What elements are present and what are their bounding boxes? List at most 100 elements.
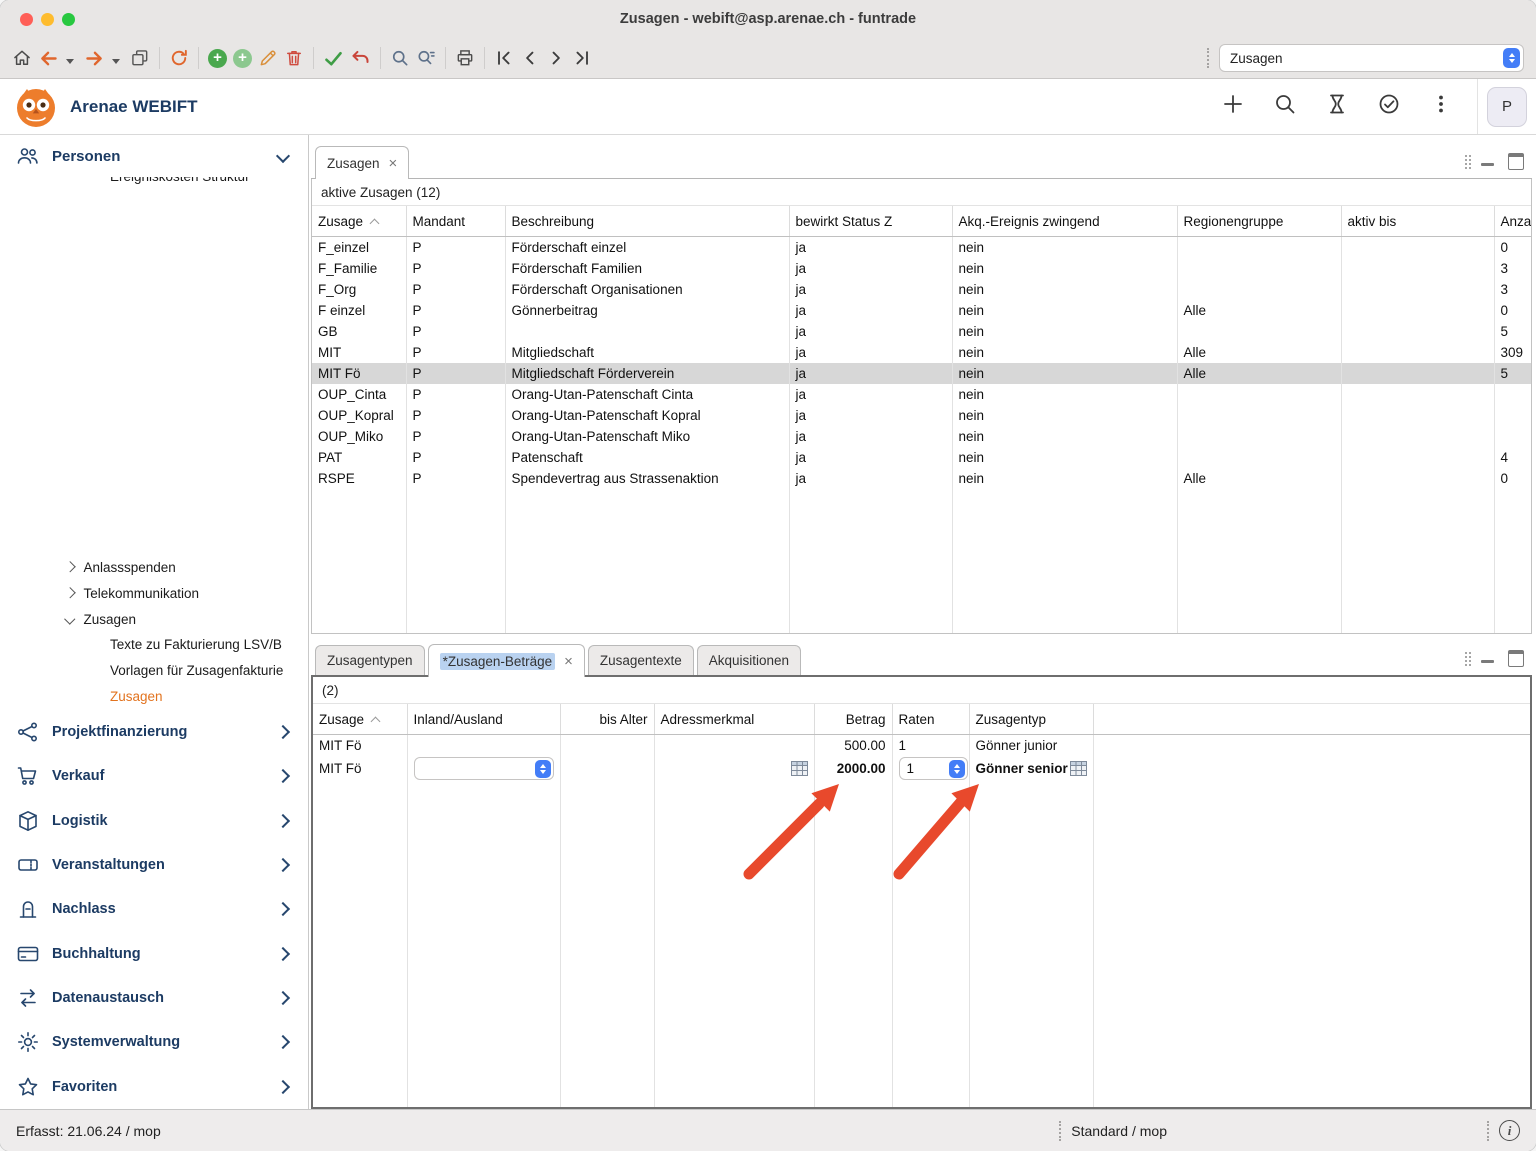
zoom-window-button[interactable] [62, 13, 75, 26]
panel-maximize-icon[interactable] [1508, 650, 1524, 667]
context-select[interactable]: Zusagen [1219, 44, 1524, 72]
tree-item[interactable] [0, 216, 308, 242]
column-header[interactable]: Regionengruppe [1177, 206, 1341, 237]
table-row-editing[interactable]: MIT Fö [313, 757, 1530, 780]
tree-group-zusagen[interactable]: Zusagen [0, 606, 308, 632]
close-window-button[interactable] [20, 13, 33, 26]
sidebar-item-verkauf[interactable]: Verkauf [0, 754, 308, 798]
drag-dots-icon[interactable] [1465, 155, 1467, 157]
tab-zusagen-betraege[interactable]: *Zusagen-Beträge × [428, 644, 585, 677]
panel-minimize-icon[interactable] [1481, 163, 1494, 166]
confirm-button[interactable] [323, 44, 344, 72]
back-history-caret-icon[interactable] [66, 59, 74, 64]
column-header[interactable]: Akq.-Ereignis zwingend [952, 206, 1177, 237]
first-record-button[interactable] [494, 44, 514, 72]
table-row[interactable]: OUP_Kopral P Orang-Utan-Patenschaft Kopr… [312, 405, 1531, 426]
tree-item[interactable] [0, 450, 308, 476]
raten-select[interactable]: 1 [899, 757, 968, 780]
panel-maximize-icon[interactable] [1508, 153, 1524, 170]
tree-item[interactable] [0, 528, 308, 554]
sidebar-item-logistik[interactable]: Logistik [0, 799, 308, 843]
tab-zusagen[interactable]: Zusagen × [315, 146, 409, 179]
inland-ausland-select[interactable] [414, 757, 554, 780]
back-button[interactable] [38, 44, 59, 72]
sidebar-item-buchhaltung[interactable]: Buchhaltung [0, 932, 308, 976]
table-row[interactable]: MIT P Mitgliedschaft ja nein Alle 309 [312, 342, 1531, 363]
table-row[interactable]: GB P ja nein 5 [312, 321, 1531, 342]
more-button[interactable] [1429, 92, 1453, 121]
column-header[interactable]: Beschreibung [505, 206, 789, 237]
forward-button[interactable] [84, 44, 105, 72]
tree-item[interactable] [0, 424, 308, 450]
add-button[interactable]: + [208, 44, 227, 72]
column-header[interactable]: Adressmerkmal [654, 704, 814, 735]
user-avatar[interactable]: P [1487, 87, 1527, 127]
refresh-button[interactable] [169, 44, 189, 72]
column-header[interactable]: bis Alter [560, 704, 654, 735]
tree-group[interactable]: Anlassspenden [0, 554, 308, 580]
tab-zusagentexte[interactable]: Zusagentexte [588, 645, 694, 675]
tree-group[interactable]: Telekommunikation [0, 580, 308, 606]
tab-zusagentypen[interactable]: Zusagentypen [315, 645, 425, 675]
tree-item[interactable]: Texte zu Fakturierung LSV/B [0, 632, 308, 658]
minimize-window-button[interactable] [41, 13, 54, 26]
table-row[interactable]: F einzel P Gönnerbeitrag ja nein Alle 0 [312, 300, 1531, 321]
tree-item[interactable]: Vorlagen für Zusagenfakturie [0, 658, 308, 684]
tree-item[interactable] [0, 346, 308, 372]
print-button[interactable] [455, 44, 475, 72]
table-row[interactable]: F_einzel P Förderschaft einzel ja nein 0 [312, 237, 1531, 259]
tab-close-icon[interactable]: × [564, 653, 573, 670]
tasks-button[interactable] [1377, 92, 1401, 121]
last-record-button[interactable] [572, 44, 592, 72]
home-button[interactable] [12, 44, 32, 72]
column-header[interactable]: Inland/Ausland [407, 704, 560, 735]
tree-item[interactable] [0, 242, 308, 268]
sidebar-item-nachlass[interactable]: Nachlass [0, 887, 308, 931]
cell-betrag[interactable]: 2000.00 [814, 757, 892, 780]
global-search-button[interactable] [1273, 92, 1297, 121]
windows-button[interactable] [130, 44, 150, 72]
tab-close-icon[interactable]: × [389, 155, 398, 172]
sidebar-item-personen[interactable]: Personen [0, 135, 308, 177]
tree-item[interactable] [0, 502, 308, 528]
table-row[interactable]: MIT Fö P Mitgliedschaft Förderverein ja … [312, 363, 1531, 384]
tree-item-clipped[interactable]: Ereigniskosten Struktur [0, 177, 308, 190]
search-list-button[interactable] [416, 44, 436, 72]
sidebar-item-favoriten[interactable]: Favoriten [0, 1065, 308, 1109]
edit-button[interactable] [258, 44, 278, 72]
column-header[interactable]: Raten [892, 704, 969, 735]
sidebar-item-datenaustausch[interactable]: Datenaustausch [0, 976, 308, 1020]
next-record-button[interactable] [546, 44, 566, 72]
new-button[interactable] [1221, 92, 1245, 121]
zusagentyp-picker-icon[interactable] [1070, 761, 1087, 776]
delete-button[interactable] [284, 44, 304, 72]
panel-minimize-icon[interactable] [1481, 660, 1494, 663]
column-header[interactable]: aktiv bis [1341, 206, 1494, 237]
table-row[interactable]: OUP_Cinta P Orang-Utan-Patenschaft Cinta… [312, 384, 1531, 405]
tree-item-selected[interactable]: Zusagen [0, 684, 308, 710]
column-header[interactable]: Zusagentyp [969, 704, 1093, 735]
adressmerkmal-picker-icon[interactable] [791, 761, 808, 776]
column-header[interactable]: Zusage [312, 206, 406, 237]
tree-item[interactable] [0, 190, 308, 216]
undo-button[interactable] [350, 44, 371, 72]
tree-item[interactable] [0, 476, 308, 502]
table-row[interactable]: F_Familie P Förderschaft Familien ja nei… [312, 258, 1531, 279]
column-header[interactable]: Zusage [313, 704, 407, 735]
tree-item[interactable] [0, 372, 308, 398]
column-header[interactable]: Mandant [406, 206, 505, 237]
tab-akquisitionen[interactable]: Akquisitionen [697, 645, 801, 675]
column-header[interactable]: Betrag [814, 704, 892, 735]
toolbar-overflow-handle[interactable] [1207, 48, 1209, 68]
add-copy-button[interactable]: + [233, 44, 252, 72]
tree-item[interactable] [0, 320, 308, 346]
table-row[interactable]: MIT Fö 500.00 1 Gönner junior [313, 735, 1530, 758]
zusagentyp-value[interactable]: Gönner senior [976, 758, 1070, 780]
cell-bis-alter[interactable] [560, 757, 654, 780]
search-button[interactable] [390, 44, 410, 72]
table-row[interactable]: OUP_Miko P Orang-Utan-Patenschaft Miko j… [312, 426, 1531, 447]
tree-item[interactable] [0, 268, 308, 294]
previous-record-button[interactable] [520, 44, 540, 72]
sidebar-item-veranstaltungen[interactable]: Veranstaltungen [0, 843, 308, 887]
sidebar-item-projektfinanzierung[interactable]: Projektfinanzierung [0, 710, 308, 754]
